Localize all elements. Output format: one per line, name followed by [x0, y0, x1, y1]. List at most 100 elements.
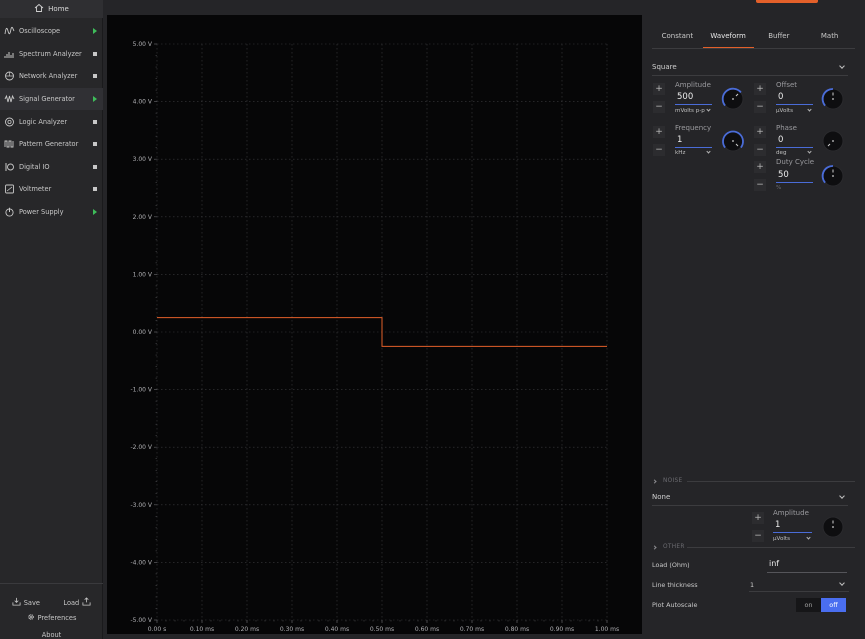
sidebar-item-power-supply[interactable]: Power Supply [0, 201, 103, 224]
frequency-decrement-button[interactable]: − [653, 144, 665, 156]
waveform-type-dropdown[interactable]: Square [652, 63, 677, 71]
y-tick-label: 4.00 V [133, 99, 153, 106]
duty-cycle-input[interactable]: 50 [778, 170, 789, 180]
home-label: Home [48, 5, 69, 13]
home-button[interactable]: Home [0, 0, 103, 18]
stopped-indicator-icon [93, 142, 97, 147]
tab-buffer[interactable]: Buffer [754, 28, 805, 48]
phase-decrement-button[interactable]: − [754, 144, 766, 156]
x-tick-label: 0.40 ms [325, 626, 349, 633]
load-label: Load (Ohm) [652, 561, 690, 569]
chevron-down-icon [839, 63, 845, 69]
amplitude-input[interactable]: 500 [677, 92, 693, 102]
offset-unit-dropdown[interactable]: μVolts [776, 108, 793, 114]
sidebar-item-signal-generator[interactable]: Signal Generator [0, 87, 103, 111]
sidebar-item-oscilloscope[interactable]: Oscilloscope [0, 20, 103, 43]
noise-amplitude-knob[interactable] [821, 515, 845, 539]
digital-io-icon [4, 162, 15, 172]
tab-waveform[interactable]: Waveform [702, 28, 754, 48]
sidebar-item-voltmeter[interactable]: Voltmeter [0, 178, 103, 201]
panel-tabs: Constant Waveform Buffer Math [652, 28, 855, 48]
sidebar: Home Oscilloscope Spectrum Analyzer Networ… [0, 0, 103, 639]
load-input[interactable]: inf [769, 559, 779, 568]
sidebar-item-label: Voltmeter [19, 185, 52, 194]
sidebar-item-label: Digital IO [19, 162, 50, 171]
offset-input[interactable]: 0 [778, 92, 783, 102]
chevron-right-icon[interactable] [652, 545, 657, 550]
plot-autoscale-toggle[interactable]: on off [796, 598, 846, 612]
pattern-generator-icon [4, 139, 15, 149]
run-indicator[interactable] [756, 0, 818, 3]
x-tick-label: 0.60 ms [415, 626, 439, 633]
noise-amplitude-increment-button[interactable]: + [752, 512, 764, 524]
noise-amplitude-unit-dropdown[interactable]: μVolts [773, 536, 790, 542]
x-tick-label: 0.80 ms [505, 626, 529, 633]
duty-cycle-knob[interactable] [821, 164, 845, 188]
signal-trace [157, 317, 607, 347]
load-button[interactable]: Load [63, 597, 91, 608]
preferences-button[interactable]: Preferences [0, 613, 103, 623]
phase-unit-dropdown[interactable]: deg [776, 150, 787, 156]
frequency-input[interactable]: 1 [677, 135, 682, 145]
plot-area[interactable]: 5.00 V 4.00 V 3.00 V 2.00 V 1.00 V 0.00 V -1.0… [107, 15, 642, 634]
chevron-down-icon [807, 107, 812, 112]
load-icon [82, 597, 91, 608]
duty-cycle-decrement-button[interactable]: − [754, 179, 766, 191]
phase-knob[interactable] [821, 129, 845, 153]
toggle-off-option[interactable]: off [821, 598, 846, 612]
amplitude-increment-button[interactable]: + [653, 83, 665, 95]
sidebar-item-label: Pattern Generator [19, 140, 79, 149]
y-tick-label: 5.00 V [133, 41, 153, 48]
noise-amplitude-label: Amplitude [773, 509, 809, 517]
spectrum-analyzer-icon [4, 49, 15, 59]
noise-type-dropdown[interactable]: None [652, 493, 670, 501]
sidebar-footer: Save Load Preferences About [0, 583, 103, 639]
sidebar-item-digital-io[interactable]: Digital IO [0, 156, 103, 179]
frequency-increment-button[interactable]: + [653, 126, 665, 138]
sidebar-item-label: Logic Analyzer [19, 117, 68, 126]
phase-increment-button[interactable]: + [754, 126, 766, 138]
y-tick-label: -1.00 V [130, 387, 152, 394]
tab-constant[interactable]: Constant [652, 28, 703, 48]
plot-autoscale-label: Plot Autoscale [652, 601, 698, 609]
app-window: Home Oscilloscope Spectrum Analyzer Networ… [0, 0, 865, 639]
sidebar-item-spectrum-analyzer[interactable]: Spectrum Analyzer [0, 43, 103, 66]
power-supply-icon [4, 207, 15, 217]
amplitude-unit-dropdown[interactable]: mVolts p-p [675, 108, 705, 114]
settings-panel: Constant Waveform Buffer Math Square + − Am… [642, 15, 865, 639]
tab-math[interactable]: Math [804, 28, 855, 48]
noise-type-value: None [652, 493, 671, 501]
amplitude-knob[interactable] [721, 87, 745, 111]
x-tick-label: 0.70 ms [460, 626, 484, 633]
duty-cycle-label: Duty Cycle [776, 158, 815, 166]
frequency-unit-dropdown[interactable]: kHz [675, 150, 685, 156]
other-section-title[interactable]: OTHER [663, 544, 685, 550]
stopped-indicator-icon [93, 74, 97, 79]
about-button[interactable]: About [0, 631, 103, 639]
chevron-down-icon [706, 107, 711, 112]
noise-amplitude-decrement-button[interactable]: − [752, 530, 764, 542]
y-tick-label: -3.00 V [130, 502, 152, 509]
amplitude-label: Amplitude [675, 81, 711, 89]
phase-input[interactable]: 0 [778, 135, 783, 145]
chevron-right-icon[interactable] [652, 479, 657, 484]
noise-amplitude-input[interactable]: 1 [775, 520, 780, 530]
x-tick-label: 0.20 ms [235, 626, 259, 633]
sidebar-item-label: Signal Generator [19, 95, 75, 104]
offset-knob[interactable] [821, 87, 845, 111]
sidebar-item-network-analyzer[interactable]: Network Analyzer [0, 65, 103, 88]
toggle-on-option[interactable]: on [796, 598, 821, 612]
sidebar-item-pattern-generator[interactable]: Pattern Generator [0, 133, 103, 156]
offset-decrement-button[interactable]: − [754, 101, 766, 113]
running-indicator-icon [93, 96, 97, 103]
duty-cycle-increment-button[interactable]: + [754, 161, 766, 173]
gear-icon [27, 613, 35, 623]
offset-increment-button[interactable]: + [754, 83, 766, 95]
frequency-knob[interactable] [721, 129, 745, 153]
noise-section-title[interactable]: NOISE [663, 478, 682, 484]
save-button[interactable]: Save [12, 597, 40, 608]
top-bar [104, 0, 642, 15]
line-thickness-dropdown[interactable]: 1 [750, 581, 754, 589]
amplitude-decrement-button[interactable]: − [653, 101, 665, 113]
sidebar-item-logic-analyzer[interactable]: Logic Analyzer [0, 110, 103, 133]
